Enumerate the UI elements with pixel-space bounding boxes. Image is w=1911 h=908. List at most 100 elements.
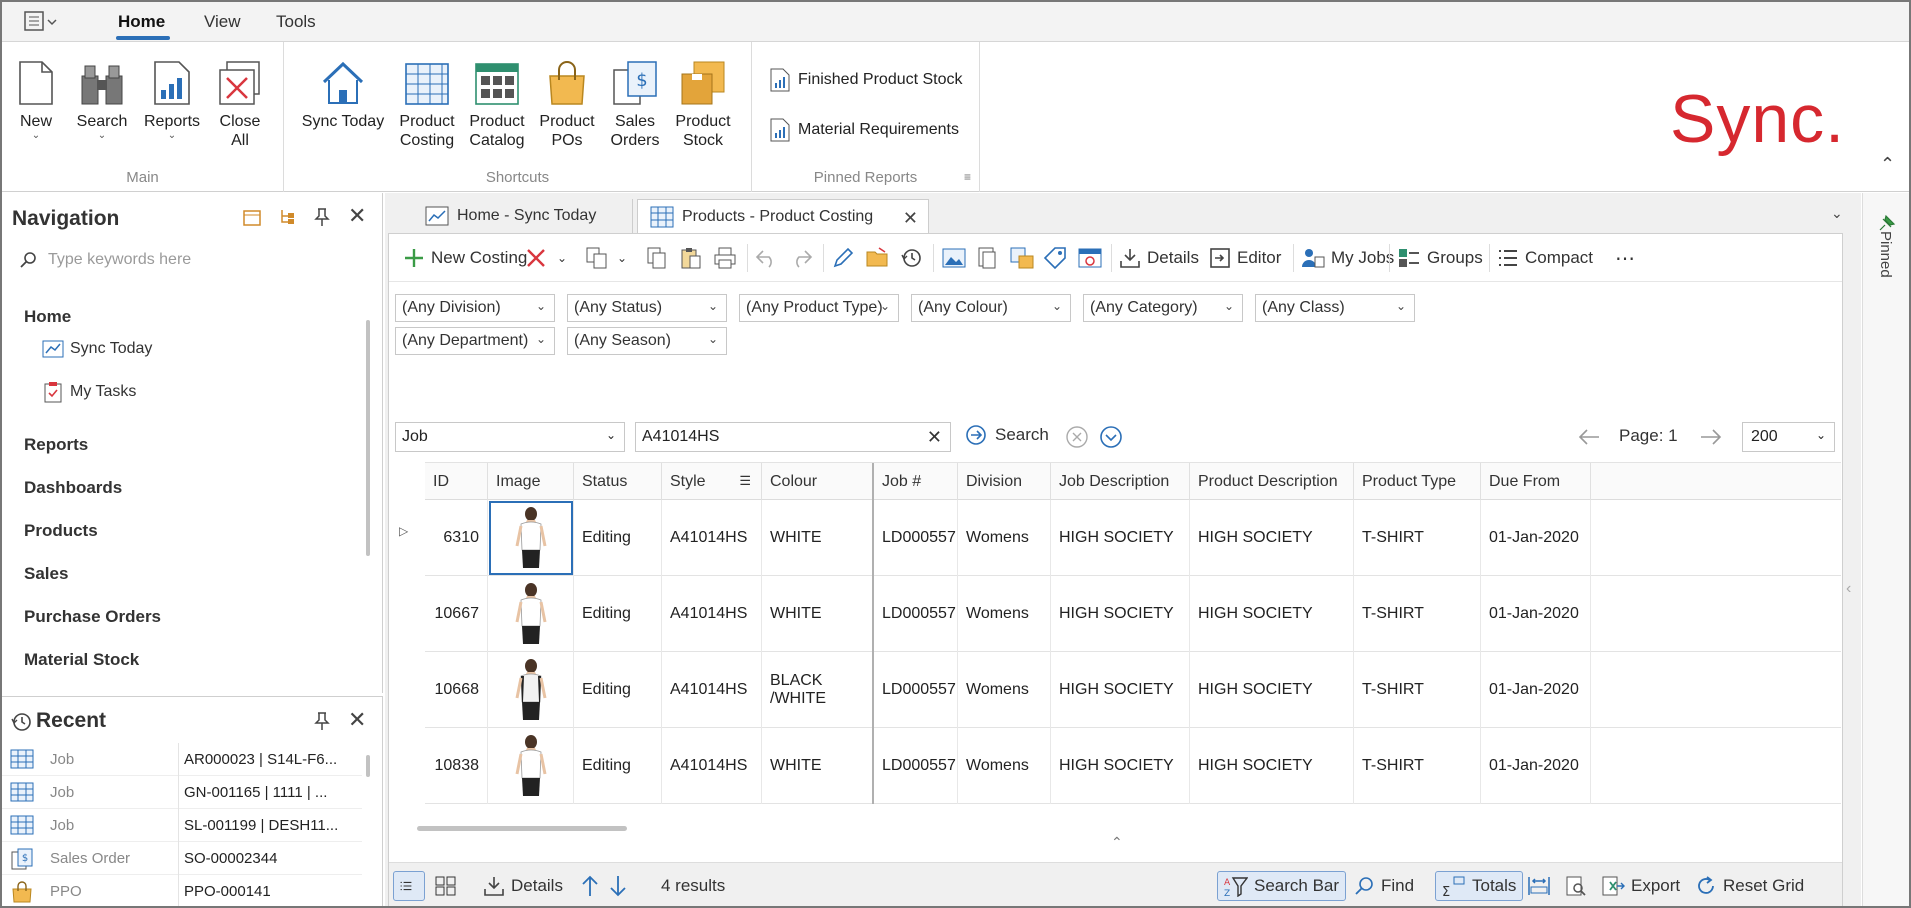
tag-button[interactable]	[1043, 244, 1073, 272]
column-header-due-from[interactable]: Due From	[1481, 463, 1591, 501]
shortcut-product-costing[interactable]: Product Costing	[394, 56, 460, 150]
undo-button[interactable]	[755, 244, 785, 272]
reports-button[interactable]: Reports ⌄	[140, 56, 204, 141]
filter-class[interactable]: (Any Class) ⌄	[1255, 294, 1415, 322]
document-button[interactable]	[975, 244, 1005, 272]
redo-button[interactable]	[789, 244, 819, 272]
list-view-button[interactable]	[393, 871, 425, 901]
cell-status[interactable]: Editing	[574, 728, 662, 804]
copy-button[interactable]	[645, 244, 675, 272]
search-field-select[interactable]: Job ⌄	[395, 422, 625, 452]
history-button[interactable]	[899, 244, 929, 272]
filter-season[interactable]: (Any Season) ⌄	[567, 327, 727, 355]
nav-item-sync-today[interactable]: Sync Today	[42, 339, 152, 359]
column-header-style[interactable]: Style ☰	[662, 463, 762, 501]
cell-product-type[interactable]: T-SHIRT	[1354, 728, 1481, 804]
doc-tab-product-costing[interactable]: Products - Product Costing ✕	[637, 199, 929, 233]
column-header-product-description[interactable]: Product Description	[1190, 463, 1354, 501]
cell-id[interactable]: 10668	[425, 652, 488, 728]
delete-dropdown-icon[interactable]: ⌄	[557, 244, 567, 272]
close-all-button[interactable]: Close All	[212, 56, 268, 150]
cell-job-number[interactable]: LD000557	[874, 728, 958, 804]
close-tab-icon[interactable]: ✕	[903, 208, 918, 229]
cell-id[interactable]: 6310	[425, 500, 488, 576]
shortcut-product-pos[interactable]: Product POs	[534, 56, 600, 150]
cell-job-number[interactable]: LD000557	[874, 500, 958, 576]
cell-colour[interactable]: BLACK /WHITE	[762, 652, 874, 728]
table-row[interactable]: 10667 Editing A41014HS WHITE LD000557 Womens H…	[425, 576, 1841, 652]
card-view-button[interactable]	[429, 871, 469, 901]
cell-division[interactable]: Womens	[958, 576, 1051, 652]
cell-division[interactable]: Womens	[958, 500, 1051, 576]
layout-button[interactable]	[1077, 244, 1109, 272]
filter-colour[interactable]: (Any Colour) ⌄	[911, 294, 1071, 322]
column-header-product-type[interactable]: Product Type	[1354, 463, 1481, 501]
cell-product-description[interactable]: HIGH SOCIETY	[1190, 576, 1354, 652]
pinned-report-material-requirements[interactable]: Material Requirements	[770, 118, 959, 142]
cell-product-type[interactable]: T-SHIRT	[1354, 652, 1481, 728]
nav-pin-icon[interactable]	[312, 207, 332, 227]
cell-image[interactable]	[488, 500, 574, 576]
filter-category[interactable]: (Any Category) ⌄	[1083, 294, 1243, 322]
preview-button[interactable]	[1559, 871, 1599, 901]
expand-details-chevron-icon[interactable]: ⌃	[1111, 834, 1123, 851]
groups-button[interactable]: Groups	[1397, 244, 1483, 272]
cell-style[interactable]: A41014HS	[662, 652, 762, 728]
filter-product-type[interactable]: (Any Product Type) ⌄	[739, 294, 899, 322]
edit-button[interactable]	[831, 244, 861, 272]
column-header-job-description[interactable]: Job Description	[1051, 463, 1190, 501]
open-folder-button[interactable]	[865, 244, 897, 272]
print-button[interactable]	[713, 244, 743, 272]
cell-colour[interactable]: WHITE	[762, 728, 874, 804]
cell-style[interactable]: A41014HS	[662, 500, 762, 576]
tab-list-chevron-icon[interactable]: ⌄	[1831, 205, 1843, 222]
details-toolbar-button[interactable]: Details	[1119, 244, 1199, 272]
nav-tree-icon[interactable]	[278, 207, 298, 227]
app-menu-button[interactable]	[24, 10, 60, 34]
column-header-id[interactable]: ID	[425, 463, 488, 501]
reset-grid-button[interactable]: Reset Grid	[1689, 871, 1810, 901]
table-row[interactable]: 10668 Editing A41014HS BLACK /WHITE LD000557…	[425, 652, 1841, 728]
cell-product-type[interactable]: T-SHIRT	[1354, 576, 1481, 652]
cell-colour[interactable]: WHITE	[762, 500, 874, 576]
cell-product-description[interactable]: HIGH SOCIETY	[1190, 728, 1354, 804]
nav-section-reports[interactable]: Reports	[24, 435, 88, 455]
cell-id[interactable]: 10667	[425, 576, 488, 652]
doc-tab-home-sync-today[interactable]: Home - Sync Today	[413, 199, 633, 233]
nav-section-dashboards[interactable]: Dashboards	[24, 478, 122, 498]
cell-due-from[interactable]: 01-Jan-2020	[1481, 576, 1591, 652]
clear-search-icon[interactable]: ✕	[927, 427, 942, 448]
horizontal-scrollbar[interactable]	[417, 826, 627, 831]
tab-view[interactable]: View	[204, 12, 241, 32]
recent-scrollbar[interactable]	[366, 755, 370, 777]
cell-style[interactable]: A41014HS	[662, 576, 762, 652]
nav-section-material-stock[interactable]: Material Stock	[24, 650, 139, 670]
my-jobs-button[interactable]: My Jobs	[1301, 244, 1394, 272]
cell-due-from[interactable]: 01-Jan-2020	[1481, 652, 1591, 728]
cell-product-description[interactable]: HIGH SOCIETY	[1190, 500, 1354, 576]
recent-item[interactable]: Job GN-001165 | 1111 | ...	[2, 776, 362, 809]
nav-section-sales[interactable]: Sales	[24, 564, 68, 584]
image-button[interactable]	[941, 244, 973, 272]
side-panel-chevron-icon[interactable]: ‹	[1846, 580, 1851, 598]
prev-page-button[interactable]	[1577, 426, 1601, 448]
nav-section-products[interactable]: Products	[24, 521, 98, 541]
cell-style[interactable]: A41014HS	[662, 728, 762, 804]
move-down-button[interactable]	[603, 871, 639, 901]
cell-status[interactable]: Editing	[574, 500, 662, 576]
filter-department[interactable]: (Any Department) ⌄	[395, 327, 555, 355]
find-button[interactable]: Find	[1349, 871, 1420, 901]
column-header-image[interactable]: Image	[488, 463, 574, 501]
new-button[interactable]: New ⌄	[12, 56, 60, 141]
group-options-icon[interactable]: ≡	[964, 170, 971, 184]
nav-section-purchase-orders[interactable]: Purchase Orders	[24, 607, 161, 627]
nav-home-icon[interactable]	[242, 207, 262, 227]
cell-status[interactable]: Editing	[574, 576, 662, 652]
recent-item[interactable]: Job SL-001199 | DESH11...	[2, 809, 362, 842]
nav-scrollbar[interactable]	[366, 320, 370, 556]
cell-job-description[interactable]: HIGH SOCIETY	[1051, 652, 1190, 728]
cell-image[interactable]	[488, 652, 574, 728]
cell-job-description[interactable]: HIGH SOCIETY	[1051, 500, 1190, 576]
recent-pin-icon[interactable]	[312, 711, 332, 731]
fit-columns-button[interactable]	[1521, 871, 1563, 901]
